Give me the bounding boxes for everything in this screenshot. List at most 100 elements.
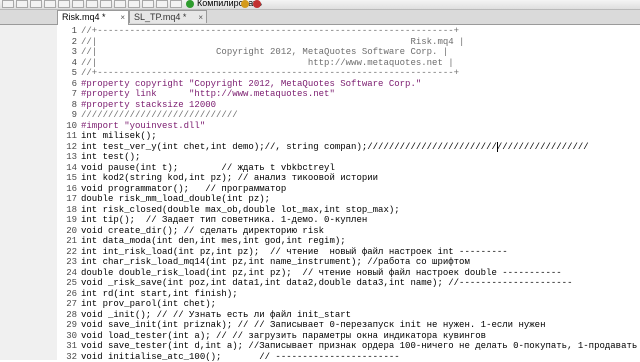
close-icon[interactable]: × bbox=[198, 11, 203, 24]
code-line[interactable]: 20 void create_dir(); // сделать директор… bbox=[57, 226, 324, 236]
code-line[interactable]: 18 int risk_closed(double max_ob,double l… bbox=[57, 204, 399, 215]
line-number: 29 bbox=[66, 320, 77, 330]
code-line[interactable]: 27 int prov_parol(int chet); bbox=[57, 299, 216, 309]
code-text: //| Risk.mq4 | bbox=[81, 36, 465, 47]
line-number: 27 bbox=[66, 299, 77, 309]
toolbar-button[interactable] bbox=[142, 0, 154, 8]
code-text: void _risk_save(int poz,int data1,int da… bbox=[81, 278, 573, 288]
code-line[interactable]: 12 int test_ver_y(int chet,int demo);//, … bbox=[57, 142, 589, 152]
toolbar-button[interactable] bbox=[114, 0, 126, 8]
tab-label: Risk.mq4 * bbox=[62, 12, 106, 22]
line-number: 30 bbox=[66, 330, 77, 341]
code-text: //+-------------------------------------… bbox=[81, 26, 460, 36]
code-line[interactable]: 24 double double_risk_load(int pz,int pz)… bbox=[57, 268, 562, 278]
toolbar-button[interactable] bbox=[2, 0, 14, 8]
code-text: int char_risk_load_mq14(int pz,int name_… bbox=[81, 257, 470, 267]
tab-bar: Risk.mq4 * × SL_TP.mq4 * × bbox=[0, 10, 640, 25]
toolbar-button[interactable] bbox=[44, 0, 56, 8]
line-number: 14 bbox=[66, 162, 77, 173]
code-line[interactable]: 16 void programmator(); // программатор bbox=[57, 184, 286, 194]
code-text: void initialise_atc_100(); // ----------… bbox=[81, 351, 400, 362]
code-line[interactable]: 14 void pause(int t); // ждать t vbkbctre… bbox=[57, 163, 335, 173]
line-number: 22 bbox=[66, 246, 77, 257]
code-text: int rd(int start,int finish); bbox=[81, 288, 238, 299]
code-text: int prov_parol(int chet); bbox=[81, 299, 217, 309]
code-text: double double_risk_load(int pz,int pz); … bbox=[81, 267, 562, 278]
line-number: 24 bbox=[66, 267, 77, 278]
side-panel bbox=[0, 25, 58, 360]
code-line[interactable]: 21 int data_moda(int den,int mes,int god,… bbox=[57, 236, 345, 246]
code-text: void programmator(); // программатор bbox=[81, 183, 287, 194]
code-line[interactable]: 31 void save_tester(int d,int a); //Запис… bbox=[57, 341, 637, 351]
close-icon[interactable]: × bbox=[120, 11, 125, 24]
line-number: 25 bbox=[66, 278, 77, 288]
code-text: void pause(int t); // ждать t vbkbctreyl bbox=[81, 162, 335, 173]
toolbar-button[interactable] bbox=[170, 0, 182, 8]
code-line[interactable]: 30 void load_tester(int a); // // загрузи… bbox=[57, 331, 486, 341]
code-line[interactable]: 15 int kod2(string kod,int pz); // анализ… bbox=[57, 173, 378, 183]
code-text: int tip(); // Задает тип советника. 1-де… bbox=[81, 215, 368, 225]
code-line[interactable]: 22 int int_risk_load(int pz,int pz); // ч… bbox=[57, 246, 508, 257]
code-line[interactable]: 19 int tip(); // Задает тип советника. 1-… bbox=[57, 215, 367, 225]
code-line[interactable]: 5 //+------------------------------------… bbox=[57, 68, 459, 78]
code-line[interactable]: 28 void _init(); // // Узнать есть ли фай… bbox=[57, 310, 351, 320]
line-number: 8 bbox=[71, 99, 77, 110]
code-line[interactable]: 11 int milisek(); bbox=[57, 131, 156, 141]
code-text: int test_ver_y(int chet,int demo);//, st… bbox=[81, 141, 589, 152]
code-line[interactable]: 8 #property stacksize 12000 bbox=[57, 100, 216, 110]
code-text: #import "youinvest.dll" bbox=[81, 120, 206, 131]
code-text: int kod2(string kod,int pz); // анализ т… bbox=[81, 173, 379, 183]
code-text: void load_tester(int a); // // загрузить… bbox=[81, 330, 487, 341]
code-line[interactable]: 32 void initialise_atc_100(); // --------… bbox=[57, 351, 400, 362]
code-line[interactable]: 9 ///////////////////////////// bbox=[57, 110, 238, 120]
toolbar-button[interactable] bbox=[128, 0, 140, 8]
code-line[interactable]: 2 //| Risk.mq4 | bbox=[57, 36, 465, 47]
toolbar-button[interactable] bbox=[156, 0, 168, 8]
line-number: 1 bbox=[71, 26, 77, 36]
line-number: 5 bbox=[71, 68, 77, 78]
code-line[interactable]: 6 #property copyright "Copyright 2012, Me… bbox=[57, 78, 422, 89]
code-line[interactable]: 10 #import "youinvest.dll" bbox=[57, 121, 205, 131]
code-line[interactable]: 25 void _risk_save(int poz,int data1,int … bbox=[57, 278, 572, 288]
code-editor[interactable]: 1 //+------------------------------------… bbox=[57, 25, 640, 362]
code-text: int test(); bbox=[81, 152, 141, 162]
stop-icon[interactable] bbox=[253, 0, 261, 8]
toolbar-button[interactable] bbox=[58, 0, 70, 8]
code-line[interactable]: 13 int test(); bbox=[57, 152, 140, 162]
line-number: 31 bbox=[66, 341, 77, 351]
start-icon[interactable] bbox=[241, 0, 249, 8]
toolbar-button[interactable] bbox=[72, 0, 84, 8]
toolbar-button[interactable] bbox=[16, 0, 28, 8]
code-line[interactable]: 1 //+------------------------------------… bbox=[57, 26, 459, 36]
code-text: #property copyright "Copyright 2012, Met… bbox=[81, 78, 422, 89]
code-text: ///////////////////////////// bbox=[81, 110, 238, 120]
code-text: void _init(); // // Узнать есть ли файл … bbox=[81, 309, 352, 320]
toolbar-button[interactable] bbox=[86, 0, 98, 8]
line-number: 6 bbox=[71, 78, 77, 89]
code-line[interactable]: 4 //| http://www.metaquotes.net | bbox=[57, 58, 454, 68]
code-line[interactable]: 26 int rd(int start,int finish); bbox=[57, 288, 238, 299]
line-number: 17 bbox=[66, 194, 77, 204]
toolbar-button[interactable] bbox=[100, 0, 112, 8]
line-number: 13 bbox=[66, 152, 77, 162]
line-number: 10 bbox=[66, 120, 77, 131]
code-line[interactable]: 17 double risk_mm_load_double(int pz); bbox=[57, 194, 270, 204]
tab-sl-tp[interactable]: SL_TP.mq4 * × bbox=[129, 10, 207, 23]
code-text: void save_init(int priznak); // // Запис… bbox=[81, 320, 546, 330]
line-number: 18 bbox=[66, 204, 77, 215]
code-line[interactable]: 23 int char_risk_load_mq14(int pz,int nam… bbox=[57, 257, 470, 267]
code-text: void create_dir(); // сделать директорию… bbox=[81, 225, 325, 236]
line-number: 4 bbox=[71, 57, 77, 68]
toolbar-button[interactable] bbox=[30, 0, 42, 8]
compile-icon[interactable] bbox=[186, 0, 194, 8]
code-line[interactable]: 3 //| Copyright 2012, MetaQuotes Software… bbox=[57, 47, 449, 57]
code-text: void save_tester(int d,int a); //Записыв… bbox=[81, 341, 638, 351]
code-text: int int_risk_load(int pz,int pz); // чте… bbox=[81, 246, 508, 257]
line-number: 15 bbox=[66, 173, 77, 183]
code-line[interactable]: 29 void save_init(int priznak); // // Зап… bbox=[57, 320, 545, 330]
line-number: 32 bbox=[66, 351, 77, 362]
code-line[interactable]: 7 #property link "http://www.metaquotes.n… bbox=[57, 89, 335, 99]
line-number: 21 bbox=[66, 236, 77, 246]
tab-risk[interactable]: Risk.mq4 * × bbox=[57, 10, 129, 25]
code-text: //+-------------------------------------… bbox=[81, 68, 460, 78]
